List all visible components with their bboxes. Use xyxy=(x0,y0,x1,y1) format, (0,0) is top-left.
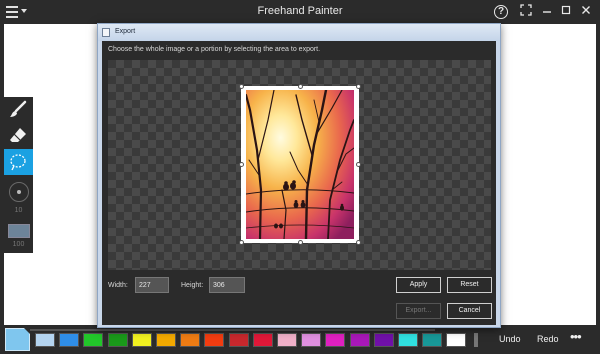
fullscreen-icon xyxy=(520,4,532,16)
resize-handle-right[interactable] xyxy=(356,162,361,167)
resize-handle-bottom-right[interactable] xyxy=(356,240,361,245)
dialog-title: Export xyxy=(115,28,136,35)
color-swatch[interactable] xyxy=(107,333,128,347)
document-icon xyxy=(102,28,110,37)
more-options-button[interactable]: ••• xyxy=(570,330,582,343)
color-swatch[interactable] xyxy=(398,333,418,347)
maximize-button[interactable] xyxy=(558,4,574,20)
color-swatch[interactable] xyxy=(35,333,55,347)
color-fold-corner xyxy=(24,328,30,334)
color-swatch[interactable] xyxy=(156,333,176,347)
color-swatch[interactable] xyxy=(446,333,467,347)
brush-size-value: 10 xyxy=(14,207,23,214)
painting-thumbnail xyxy=(246,90,354,239)
color-swatch[interactable] xyxy=(349,333,370,347)
export-selection-frame[interactable] xyxy=(239,84,361,245)
export-dialog: Export Choose the whole image or a porti… xyxy=(97,23,501,328)
redo-button[interactable]: Redo xyxy=(537,334,559,344)
lasso-select-icon xyxy=(10,154,26,171)
brush-size-dial[interactable] xyxy=(9,182,29,202)
palette-scroll-handle[interactable] xyxy=(474,333,478,347)
opacity-value: 100 xyxy=(12,241,25,248)
help-button[interactable]: ? xyxy=(494,5,508,19)
resize-handle-left[interactable] xyxy=(239,162,244,167)
close-icon xyxy=(582,6,590,14)
app-window: Freehand Painter ? 10 100 Undo Redo ••• … xyxy=(0,0,600,354)
cancel-button[interactable]: Cancel xyxy=(447,303,492,319)
color-swatch[interactable] xyxy=(228,333,249,347)
color-swatch[interactable] xyxy=(373,333,394,347)
selected-color-button[interactable] xyxy=(5,328,30,351)
color-swatch[interactable] xyxy=(325,333,346,347)
minimize-button[interactable] xyxy=(539,4,555,20)
reset-button[interactable]: Reset xyxy=(447,277,492,293)
selection-tool[interactable] xyxy=(4,149,33,175)
color-swatch[interactable] xyxy=(204,333,225,347)
resize-handle-bottom-left[interactable] xyxy=(239,240,244,245)
color-swatch[interactable] xyxy=(252,333,273,347)
color-swatch[interactable] xyxy=(131,333,152,347)
color-swatch[interactable] xyxy=(422,333,443,347)
eraser-tool[interactable] xyxy=(4,123,33,149)
export-button[interactable]: Export... xyxy=(396,303,441,319)
tool-palette: 10 100 xyxy=(4,97,33,253)
undo-button[interactable]: Undo xyxy=(499,334,521,344)
bottom-toolbar: Undo Redo ••• xyxy=(0,325,600,354)
width-input[interactable] xyxy=(135,277,169,293)
dialog-title-bar: Export xyxy=(98,24,500,41)
export-preview-area xyxy=(108,60,491,270)
maximize-icon xyxy=(561,5,571,15)
width-label: Width: xyxy=(108,282,128,289)
dialog-body: Choose the whole image or a portion by s… xyxy=(102,41,496,325)
brush-size-dot xyxy=(16,189,21,194)
resize-handle-top[interactable] xyxy=(298,84,303,89)
height-input[interactable] xyxy=(209,277,245,293)
eraser-icon xyxy=(10,128,26,142)
apply-button[interactable]: Apply xyxy=(396,277,441,293)
title-bar: Freehand Painter ? xyxy=(0,0,600,24)
resize-handle-top-right[interactable] xyxy=(356,84,361,89)
resize-handle-top-left[interactable] xyxy=(239,84,244,89)
sunset-birds-painting xyxy=(246,90,354,239)
color-swatch[interactable] xyxy=(83,333,104,347)
color-swatch[interactable] xyxy=(301,333,322,347)
paintbrush-icon xyxy=(10,100,27,117)
color-swatch[interactable] xyxy=(180,333,201,347)
palette-scroll-track[interactable] xyxy=(30,329,435,331)
color-swatch[interactable] xyxy=(277,333,297,347)
resize-handle-bottom[interactable] xyxy=(298,240,303,245)
dialog-instruction: Choose the whole image or a portion by s… xyxy=(108,46,321,53)
close-button[interactable] xyxy=(578,4,594,20)
app-title: Freehand Painter xyxy=(257,5,343,17)
minimize-icon xyxy=(543,11,551,13)
color-swatch[interactable] xyxy=(59,333,80,347)
brush-tool[interactable] xyxy=(4,97,33,123)
current-color-swatch[interactable] xyxy=(8,224,30,238)
fullscreen-button[interactable] xyxy=(518,4,534,20)
height-label: Height: xyxy=(181,282,204,289)
